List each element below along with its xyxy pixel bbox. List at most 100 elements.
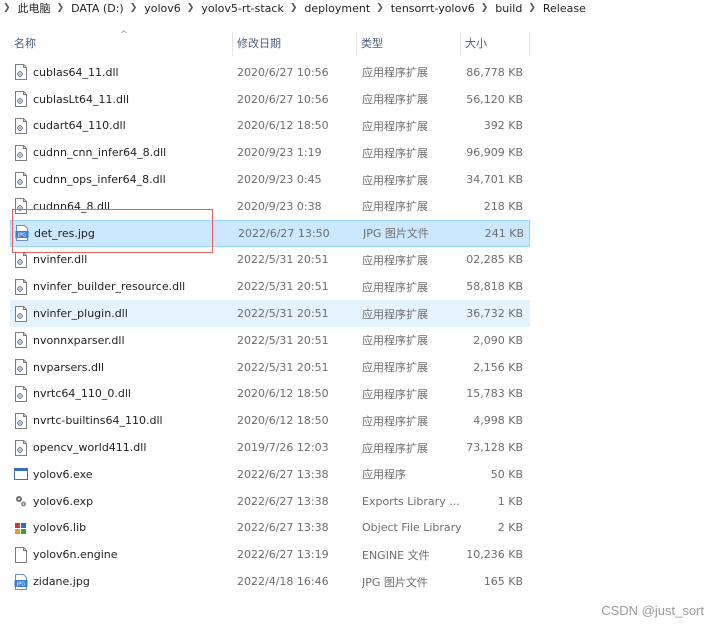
column-header-size[interactable]: 大小	[461, 30, 530, 58]
file-name-cell: nvinfer.dll	[14, 247, 234, 274]
chevron-right-icon[interactable]: ❯	[290, 3, 298, 13]
file-date: 2020/6/12 18:50	[237, 119, 329, 133]
chevron-right-icon[interactable]: ❯	[187, 3, 195, 13]
file-type: 应用程序扩展	[362, 66, 428, 80]
file-date: 2020/6/12 18:50	[237, 387, 329, 401]
breadcrumb-label: DATA (D:)	[71, 1, 124, 15]
file-row[interactable]: cudart64_110.dll 2020/6/12 18:50 应用程序扩展 392…	[10, 113, 530, 140]
dll-file-icon	[14, 332, 28, 349]
file-size: 10,236 KB	[466, 548, 523, 562]
dll-file-icon	[14, 278, 28, 295]
file-type: 应用程序扩展	[362, 253, 428, 267]
file-row[interactable]: nvrtc64_110_0.dll 2020/6/12 18:50 应用程序扩展 15…	[10, 381, 530, 408]
chevron-right-icon[interactable]: ❯	[57, 3, 65, 13]
file-row[interactable]: cublas64_11.dll 2020/6/27 10:56 应用程序扩展 86,7…	[10, 59, 530, 86]
file-date: 2022/4/18 16:46	[237, 575, 329, 589]
breadcrumb-item[interactable]: ❯ build	[475, 2, 523, 15]
file-name-cell: JPG det_res.jpg	[15, 221, 235, 246]
chevron-right-icon[interactable]: ❯	[528, 3, 536, 13]
file-row[interactable]: yolov6.exe 2022/6/27 13:38 应用程序 50 KB	[10, 461, 530, 488]
file-size: 50 KB	[490, 467, 523, 481]
file-row[interactable]: cudnn_cnn_infer64_8.dll 2020/9/23 1:19 应用程…	[10, 139, 530, 166]
file-name: nvinfer_plugin.dll	[33, 307, 128, 321]
file-date: 2022/5/31 20:51	[237, 333, 329, 347]
file-name-cell: cublasLt64_11.dll	[14, 86, 234, 113]
file-size: 4,998 KB	[473, 414, 523, 428]
file-size: 15,783 KB	[466, 387, 523, 401]
file-type: ENGINE 文件	[362, 548, 430, 562]
breadcrumb-item[interactable]: ❯ deployment	[284, 2, 370, 15]
breadcrumb-label: deployment	[304, 1, 371, 15]
watermark: CSDN @just_sort	[601, 603, 704, 618]
file-row[interactable]: nvinfer_builder_resource.dll 2022/5/31 20…	[10, 273, 530, 300]
column-header-type[interactable]: 类型	[357, 30, 461, 58]
file-row[interactable]: nvinfer_plugin.dll 2022/5/31 20:51 应用程序扩展 3…	[10, 300, 530, 327]
file-name: yolov6.exe	[33, 467, 93, 481]
file-row[interactable]: nvonnxparser.dll 2022/5/31 20:51 应用程序扩展 2,0…	[10, 327, 530, 354]
file-date: 2022/6/27 13:38	[237, 467, 329, 481]
file-row[interactable]: cudnn_ops_infer64_8.dll 2020/9/23 0:45 应用程…	[10, 166, 530, 193]
dll-file-icon	[14, 439, 28, 456]
file-name: nvrtc-builtins64_110.dll	[33, 414, 163, 428]
chevron-right-icon[interactable]: ❯	[376, 3, 384, 13]
breadcrumb-label: yolov5-rt-stack	[201, 1, 284, 15]
breadcrumb-label: Release	[542, 1, 586, 15]
breadcrumb-item[interactable]: ❯ DATA (D:)	[51, 2, 124, 15]
column-header-date[interactable]: 修改日期	[233, 30, 357, 58]
file-type: 应用程序扩展	[362, 334, 428, 348]
file-name: nvinfer.dll	[33, 253, 88, 267]
file-row[interactable]: JPG zidane.jpg 2022/4/18 16:46 JPG 图片文件 165 …	[10, 568, 530, 595]
chevron-right-icon[interactable]: ❯	[481, 3, 489, 13]
file-name: cudnn_ops_infer64_8.dll	[33, 173, 166, 187]
file-date: 2020/9/23 0:38	[237, 199, 322, 213]
file-list: cublas64_11.dll 2020/6/27 10:56 应用程序扩展 86,7…	[10, 59, 530, 595]
column-header-name[interactable]: 名称 ^	[10, 30, 233, 58]
file-size: 73,128 KB	[466, 441, 523, 455]
dll-file-icon	[14, 117, 28, 134]
file-size: 2,156 KB	[473, 360, 523, 374]
breadcrumb-item[interactable]: ❯ yolov6	[124, 2, 181, 15]
blank-file-icon	[14, 546, 28, 563]
breadcrumb-label: tensorrt-yolov6	[390, 1, 475, 15]
file-date: 2020/9/23 0:45	[237, 173, 322, 187]
file-date: 2022/6/27 13:50	[238, 226, 330, 240]
file-date: 2019/7/26 12:03	[237, 441, 329, 455]
file-name-cell: cudnn64_8.dll	[14, 193, 234, 220]
breadcrumb-item[interactable]: ❯ 此电脑	[0, 0, 51, 16]
file-type: 应用程序扩展	[362, 387, 428, 401]
file-size: 156,120 KB	[465, 92, 523, 106]
file-row[interactable]: nvinfer.dll 2022/5/31 20:51 应用程序扩展 402,285 …	[10, 247, 530, 274]
file-row[interactable]: nvrtc-builtins64_110.dll 2020/6/12 18:50 应…	[10, 407, 530, 434]
file-row[interactable]: cublasLt64_11.dll 2020/6/27 10:56 应用程序扩展 15…	[10, 86, 530, 113]
file-size: 402,285 KB	[465, 253, 523, 267]
column-header-size-label: 大小	[465, 37, 487, 50]
file-name-cell: nvrtc64_110_0.dll	[14, 381, 234, 408]
file-type: 应用程序扩展	[362, 173, 428, 187]
breadcrumb-item[interactable]: ❯ yolov5-rt-stack	[181, 2, 284, 15]
file-row[interactable]: nvparsers.dll 2022/5/31 20:51 应用程序扩展 2,156 …	[10, 354, 530, 381]
file-type: JPG 图片文件	[362, 575, 428, 589]
breadcrumb-item[interactable]: ❯ Release	[522, 2, 586, 15]
file-row[interactable]: yolov6n.engine 2022/6/27 13:19 ENGINE 文件 10…	[10, 541, 530, 568]
file-type: 应用程序	[362, 468, 406, 482]
file-size: 392 KB	[483, 119, 523, 133]
breadcrumb-item[interactable]: ❯ tensorrt-yolov6	[370, 2, 475, 15]
file-size: 2,090 KB	[473, 333, 523, 347]
file-name-cell: nvinfer_plugin.dll	[14, 300, 234, 327]
file-date: 2020/6/27 10:56	[237, 92, 329, 106]
file-date: 2020/9/23 1:19	[237, 146, 322, 160]
chevron-right-icon[interactable]: ❯	[130, 3, 138, 13]
file-row[interactable]: yolov6.lib 2022/6/27 13:38 Object File Lib…	[10, 515, 530, 542]
dll-file-icon	[14, 305, 28, 322]
file-row[interactable]: cudnn64_8.dll 2020/9/23 0:38 应用程序扩展 218 KB	[10, 193, 530, 220]
file-size: 165 KB	[483, 575, 523, 589]
file-name-cell: yolov6.lib	[14, 515, 234, 542]
file-row[interactable]: yolov6.exp 2022/6/27 13:38 Exports Library…	[10, 488, 530, 515]
file-name: cublasLt64_11.dll	[33, 92, 130, 106]
breadcrumb-label: build	[495, 1, 523, 15]
file-name: nvparsers.dll	[33, 360, 105, 374]
file-size: 86,778 KB	[466, 65, 523, 79]
file-row[interactable]: opencv_world411.dll 2019/7/26 12:03 应用程序扩展…	[10, 434, 530, 461]
file-date: 2020/6/12 18:50	[237, 414, 329, 428]
file-row[interactable]: JPG det_res.jpg 2022/6/27 13:50 JPG 图片文件 241…	[10, 219, 530, 247]
